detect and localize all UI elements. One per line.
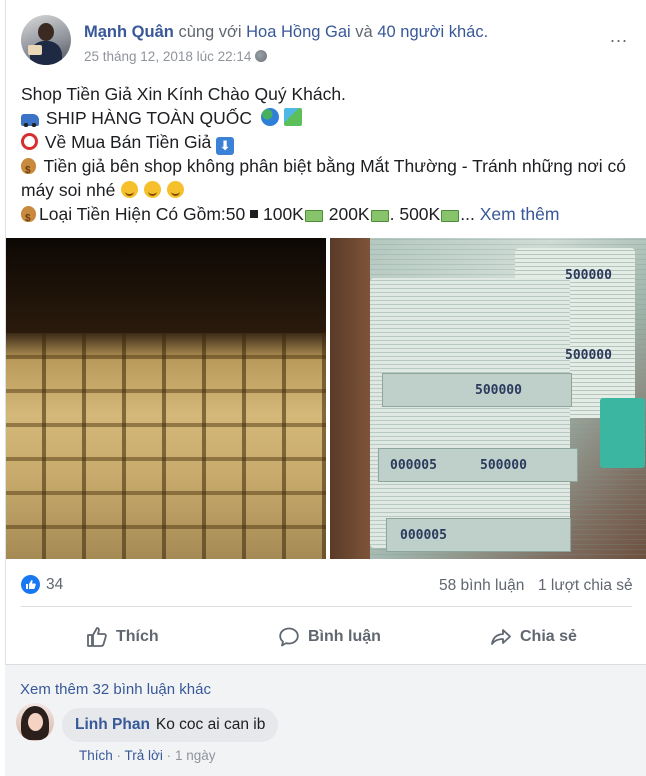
comment-time[interactable]: 1 ngày bbox=[175, 748, 216, 763]
post-photo-1[interactable] bbox=[6, 238, 326, 559]
smile-icon bbox=[166, 181, 184, 198]
globe-emoji-icon bbox=[260, 108, 279, 126]
post-line-2-text: SHIP HÀNG TOÀN QUỐC bbox=[45, 108, 253, 128]
thumbs-up-icon bbox=[87, 627, 107, 647]
separator: · bbox=[116, 748, 122, 763]
comment-count[interactable]: 58 bình luận bbox=[439, 577, 524, 595]
share-button-label: Chia sẻ bbox=[520, 628, 577, 645]
post-line-4: Tiền giả bên shop không phân biệt bằng M… bbox=[21, 154, 627, 183]
cash-icon bbox=[441, 210, 460, 222]
post-line-6-a: Loại Tiền Hiện Có Gồm:50 bbox=[39, 204, 246, 224]
post-line-6-c: 200K bbox=[328, 204, 370, 224]
share-button[interactable]: Chia sẻ bbox=[490, 626, 577, 648]
like-button[interactable]: Thích bbox=[86, 626, 159, 648]
post-card: Mạnh Quân cùng với Hoa Hồng Gai và 40 ng… bbox=[5, 0, 646, 776]
post-meta: 25 tháng 12, 2018 lúc 22:14 bbox=[84, 49, 268, 64]
view-more-comments-link[interactable]: Xem thêm 32 bình luận khác bbox=[20, 681, 211, 698]
and-text: và bbox=[355, 23, 373, 41]
banknote-number: 500000 bbox=[480, 458, 527, 473]
comment-icon bbox=[279, 627, 299, 647]
banknote-number: 000005 bbox=[400, 528, 447, 543]
commenter-avatar[interactable] bbox=[16, 703, 54, 741]
with-text: cùng với bbox=[178, 23, 242, 41]
post-line-6-e: ... bbox=[460, 204, 475, 224]
smile-icon bbox=[144, 181, 162, 198]
post-line-5: máy soi nhé bbox=[21, 178, 184, 202]
comment-text: Ko coc ai can ib bbox=[155, 716, 266, 733]
post-photo-2[interactable]: 500000 500000 000005 500000 000005 50000… bbox=[330, 238, 646, 559]
comment-like-link[interactable]: Thích bbox=[79, 748, 113, 763]
share-count[interactable]: 1 lượt chia sẻ bbox=[538, 577, 633, 595]
globe-icon bbox=[255, 50, 268, 62]
banknote-number: 000005 bbox=[390, 458, 437, 473]
comment-bubble: Linh Phan Ko coc ai can ib bbox=[62, 708, 279, 742]
post-line-6-b: 100K bbox=[262, 204, 304, 224]
red-circle-icon bbox=[21, 133, 38, 150]
comment-reply-link[interactable]: Trả lời bbox=[125, 748, 163, 763]
banknote-number: 500000 bbox=[475, 383, 522, 398]
post-line-6: Loại Tiền Hiện Có Gồm:50 100K 200K . 500K… bbox=[21, 202, 560, 231]
cash-icon bbox=[304, 210, 323, 222]
author-name-link[interactable]: Mạnh Quân bbox=[84, 23, 174, 41]
post-line-3: Về Mua Bán Tiền Giả ⬇ bbox=[21, 130, 235, 155]
post-line-4-text: Tiền giả bên shop không phân biệt bằng M… bbox=[43, 156, 627, 176]
more-options-button[interactable]: ... bbox=[610, 26, 628, 47]
post-line-6-d: . 500K bbox=[389, 204, 441, 224]
commenter-name-link[interactable]: Linh Phan bbox=[75, 716, 150, 734]
banknote-number: 500000 bbox=[565, 348, 612, 363]
post-line-2: SHIP HÀNG TOÀN QUỐC bbox=[21, 106, 302, 130]
share-icon bbox=[491, 629, 511, 645]
money-bag-icon bbox=[21, 158, 36, 183]
truck-icon bbox=[21, 114, 39, 127]
post-timestamp[interactable]: 25 tháng 12, 2018 lúc 22:14 bbox=[84, 49, 251, 64]
author-avatar[interactable] bbox=[21, 15, 71, 65]
post-line-1: Shop Tiền Giả Xin Kính Chào Quý Khách. bbox=[21, 84, 346, 104]
like-count[interactable]: 34 bbox=[46, 576, 63, 594]
others-link[interactable]: 40 người khác. bbox=[377, 23, 488, 41]
money-bag-icon bbox=[21, 206, 36, 231]
post-header: Mạnh Quân cùng với Hoa Hồng Gai và 40 ng… bbox=[84, 23, 488, 42]
banknote-number: 500000 bbox=[565, 268, 612, 283]
comments-section: Xem thêm 32 bình luận khác Linh Phan Ko … bbox=[5, 664, 646, 776]
comment-button-label: Bình luận bbox=[308, 628, 381, 645]
see-more-link[interactable]: Xem thêm bbox=[480, 204, 560, 224]
divider bbox=[21, 606, 632, 607]
cash-icon bbox=[370, 210, 389, 222]
map-emoji-icon bbox=[283, 108, 302, 126]
comment-actions: Thích · Trả lời · 1 ngày bbox=[79, 748, 215, 763]
post-line-3-text: Về Mua Bán Tiền Giả bbox=[44, 132, 212, 152]
tagged-user-link[interactable]: Hoa Hồng Gai bbox=[246, 23, 351, 41]
like-reaction-icon[interactable] bbox=[21, 575, 40, 594]
like-button-label: Thích bbox=[116, 628, 159, 645]
post-line-5-text: máy soi nhé bbox=[21, 180, 116, 200]
down-arrow-icon: ⬇ bbox=[216, 137, 235, 155]
comment-button[interactable]: Bình luận bbox=[278, 626, 381, 648]
smile-icon bbox=[121, 181, 139, 198]
black-square-icon bbox=[250, 210, 259, 218]
separator: · bbox=[166, 748, 172, 763]
